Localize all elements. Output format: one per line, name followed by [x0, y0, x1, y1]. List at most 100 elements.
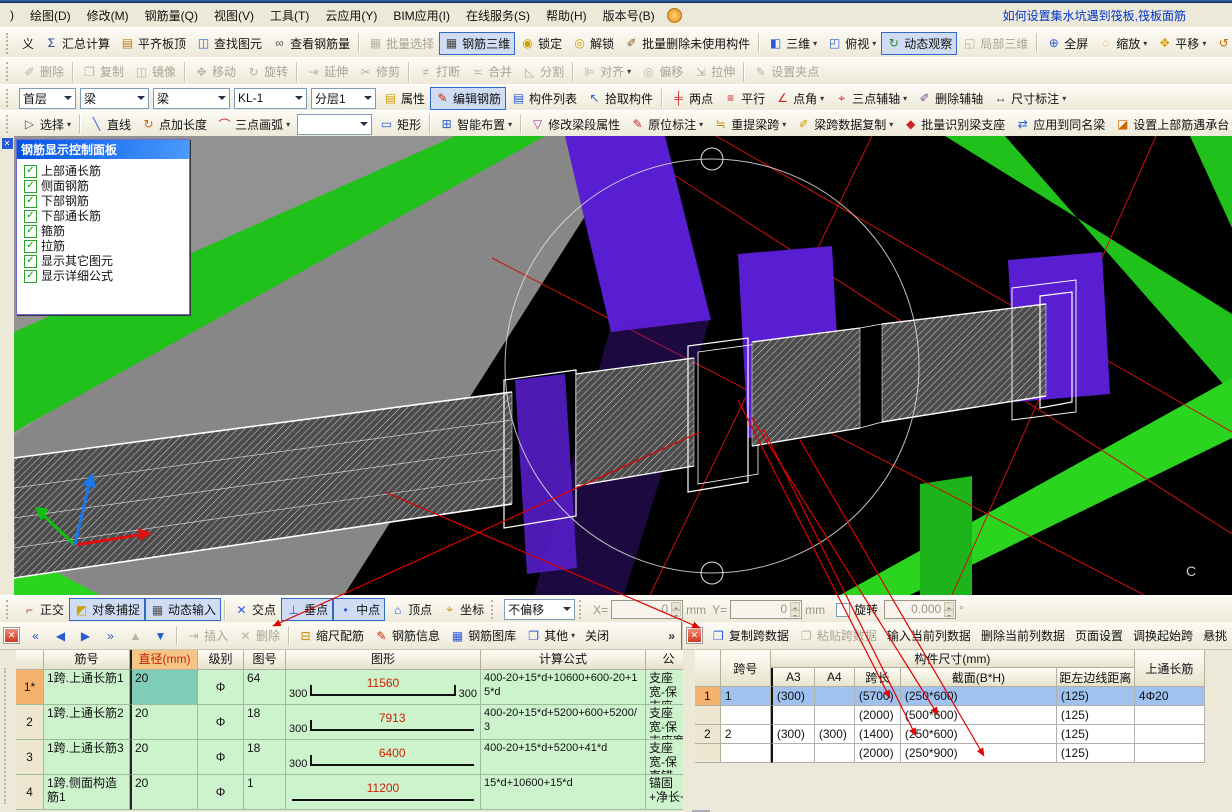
- menu-item[interactable]: 工具(T): [262, 5, 317, 26]
- toolbar-button[interactable]: ◆批量识别梁支座: [898, 113, 1010, 136]
- cell-left-distance[interactable]: (125): [1057, 744, 1135, 763]
- panel-toolbar-button[interactable]: ◀: [48, 626, 73, 646]
- toolbar-button[interactable]: [661, 88, 663, 108]
- rotate-checkbox[interactable]: [836, 603, 850, 617]
- rotate-input[interactable]: 0.000: [884, 600, 956, 619]
- toolbar-grip[interactable]: [6, 33, 12, 54]
- panel-toolbar-button[interactable]: 删除当前列数据: [976, 624, 1070, 647]
- cell-a4[interactable]: [815, 744, 855, 763]
- cell-diameter[interactable]: 20: [130, 705, 198, 740]
- toolbar-button[interactable]: [408, 62, 410, 82]
- checkbox-checked-icon[interactable]: ✓: [24, 270, 37, 283]
- panel-toolbar-button[interactable]: »: [98, 626, 123, 646]
- snap-toggle-button[interactable]: ⊥垂点: [281, 598, 333, 621]
- toolbar-button[interactable]: [72, 62, 74, 82]
- panel-toolbar-button[interactable]: ✎钢筋信息: [369, 624, 445, 647]
- toolbar-button[interactable]: ◰俯视▾: [822, 32, 881, 55]
- menu-item[interactable]: ): [2, 6, 22, 24]
- cell-grade[interactable]: Φ: [198, 705, 244, 740]
- toolbar-button[interactable]: [743, 62, 745, 82]
- column-header[interactable]: 图形: [286, 650, 481, 670]
- toolbar-button[interactable]: ↻旋转: [241, 60, 293, 83]
- panel-toolbar-button[interactable]: 页面设置: [1070, 624, 1128, 647]
- toolbar-button[interactable]: ⇄应用到同名梁: [1010, 113, 1110, 136]
- type-select[interactable]: 梁: [153, 88, 230, 109]
- cell-section[interactable]: (250*600): [901, 687, 1057, 706]
- panel-toolbar-button[interactable]: ✕删除: [233, 624, 285, 647]
- toolbar-button[interactable]: [1036, 33, 1038, 53]
- spinner-icon[interactable]: [671, 602, 681, 617]
- cell-top-bar[interactable]: [1135, 706, 1205, 725]
- row-marker[interactable]: 4: [16, 775, 44, 810]
- toolbar-button[interactable]: ◎偏移: [636, 60, 688, 83]
- toolbar-button[interactable]: ✐删除: [17, 60, 69, 83]
- column-header[interactable]: 级别: [198, 650, 244, 670]
- cell-a3[interactable]: [771, 706, 815, 725]
- snap-toggle-button[interactable]: ✕交点: [229, 598, 281, 621]
- toolbar-button[interactable]: ◫镜像: [129, 60, 181, 83]
- cell-grade[interactable]: Φ: [198, 740, 244, 775]
- toolbar-button[interactable]: ∠点角▾: [770, 87, 829, 110]
- cell-rebar-name[interactable]: 1跨.上通长筋2: [44, 705, 130, 740]
- toolbar-button[interactable]: ⌖三点辅轴▾: [829, 87, 912, 110]
- toolbar-grip[interactable]: [579, 600, 585, 619]
- toolbar-button[interactable]: ≠打断: [413, 60, 465, 83]
- toolbar-grip[interactable]: [6, 62, 12, 81]
- cell-formula[interactable]: 15*d+10600+15*d: [481, 775, 646, 810]
- cell-rebar-name[interactable]: 1跨.侧面构造筋1: [44, 775, 130, 810]
- checkbox-checked-icon[interactable]: ✓: [24, 195, 37, 208]
- row-marker[interactable]: 1*: [16, 670, 44, 705]
- cell-diameter[interactable]: 20: [130, 775, 198, 810]
- cell-left-distance[interactable]: (125): [1057, 725, 1135, 744]
- cell-rebar-name[interactable]: 1跨.上通长筋1: [44, 670, 130, 705]
- column-header[interactable]: 距左边线距离: [1057, 668, 1135, 687]
- menu-item[interactable]: 视图(V): [206, 5, 262, 26]
- cell-figure-no[interactable]: 1: [244, 775, 286, 810]
- toolbar-button[interactable]: ≒重提梁跨▾: [708, 113, 791, 136]
- toolbar-button[interactable]: ◌缩放▾: [1093, 32, 1152, 55]
- menu-item[interactable]: 云应用(Y): [317, 5, 385, 26]
- cell-top-bar[interactable]: [1135, 725, 1205, 744]
- rebar-display-option[interactable]: ✓显示详细公式: [24, 269, 186, 284]
- toolbar-button[interactable]: ▭矩形: [374, 113, 426, 136]
- toolbar-button[interactable]: 义: [17, 32, 39, 55]
- menu-item[interactable]: 帮助(H): [538, 5, 595, 26]
- cell-span-no[interactable]: 1: [721, 687, 771, 706]
- rebar-display-option[interactable]: ✓侧面钢筋: [24, 179, 186, 194]
- toolbar-button[interactable]: ▦钢筋三维: [439, 32, 515, 55]
- cell-a3[interactable]: (300): [771, 725, 815, 744]
- cell-shape-diagram[interactable]: 30011560300: [286, 670, 481, 705]
- cell-formula[interactable]: 400-20+15*d+5200+41*d: [481, 740, 646, 775]
- cell-span-no[interactable]: [721, 706, 771, 725]
- cell-span-length[interactable]: (1400): [855, 725, 901, 744]
- panel-toolbar-button[interactable]: ▼: [148, 626, 173, 646]
- cell-a4[interactable]: [815, 706, 855, 725]
- cell-left-distance[interactable]: (125): [1057, 706, 1135, 725]
- menu-item[interactable]: 在线服务(S): [458, 5, 538, 26]
- panel-toolbar-button[interactable]: ❐粘贴跨数据: [794, 624, 882, 647]
- snap-toggle-button[interactable]: [224, 600, 226, 620]
- row-marker[interactable]: 2: [16, 705, 44, 740]
- arc-option-select[interactable]: [297, 114, 372, 135]
- toolbar-button[interactable]: ↖拾取构件: [582, 87, 658, 110]
- toolbar-button[interactable]: [358, 33, 360, 53]
- column-header[interactable]: A4: [815, 668, 855, 687]
- snap-toggle-button[interactable]: •中点: [333, 598, 385, 621]
- category-select[interactable]: 梁: [80, 88, 149, 109]
- dock-icon[interactable]: ✕: [2, 138, 13, 149]
- toolbar-button[interactable]: ⇥延伸: [301, 60, 353, 83]
- toolbar-button[interactable]: ◺分割: [517, 60, 569, 83]
- cell-figure-no[interactable]: 64: [244, 670, 286, 705]
- toolbar-button[interactable]: ✂修剪: [353, 60, 405, 83]
- toolbar-button[interactable]: [520, 114, 522, 134]
- checkbox-checked-icon[interactable]: ✓: [24, 180, 37, 193]
- menu-item[interactable]: 钢筋量(Q): [137, 5, 206, 26]
- rebar-display-option[interactable]: ✓下部钢筋: [24, 194, 186, 209]
- rebar-display-option[interactable]: ✓拉筋: [24, 239, 186, 254]
- x-input[interactable]: 0: [611, 600, 683, 619]
- column-header[interactable]: 筋号: [44, 650, 130, 670]
- cell-a3[interactable]: [771, 744, 815, 763]
- column-header[interactable]: 跨号: [721, 650, 771, 687]
- toolbar-button[interactable]: ▤属性: [378, 87, 430, 110]
- toolbar-button[interactable]: ⊕全屏: [1041, 32, 1093, 55]
